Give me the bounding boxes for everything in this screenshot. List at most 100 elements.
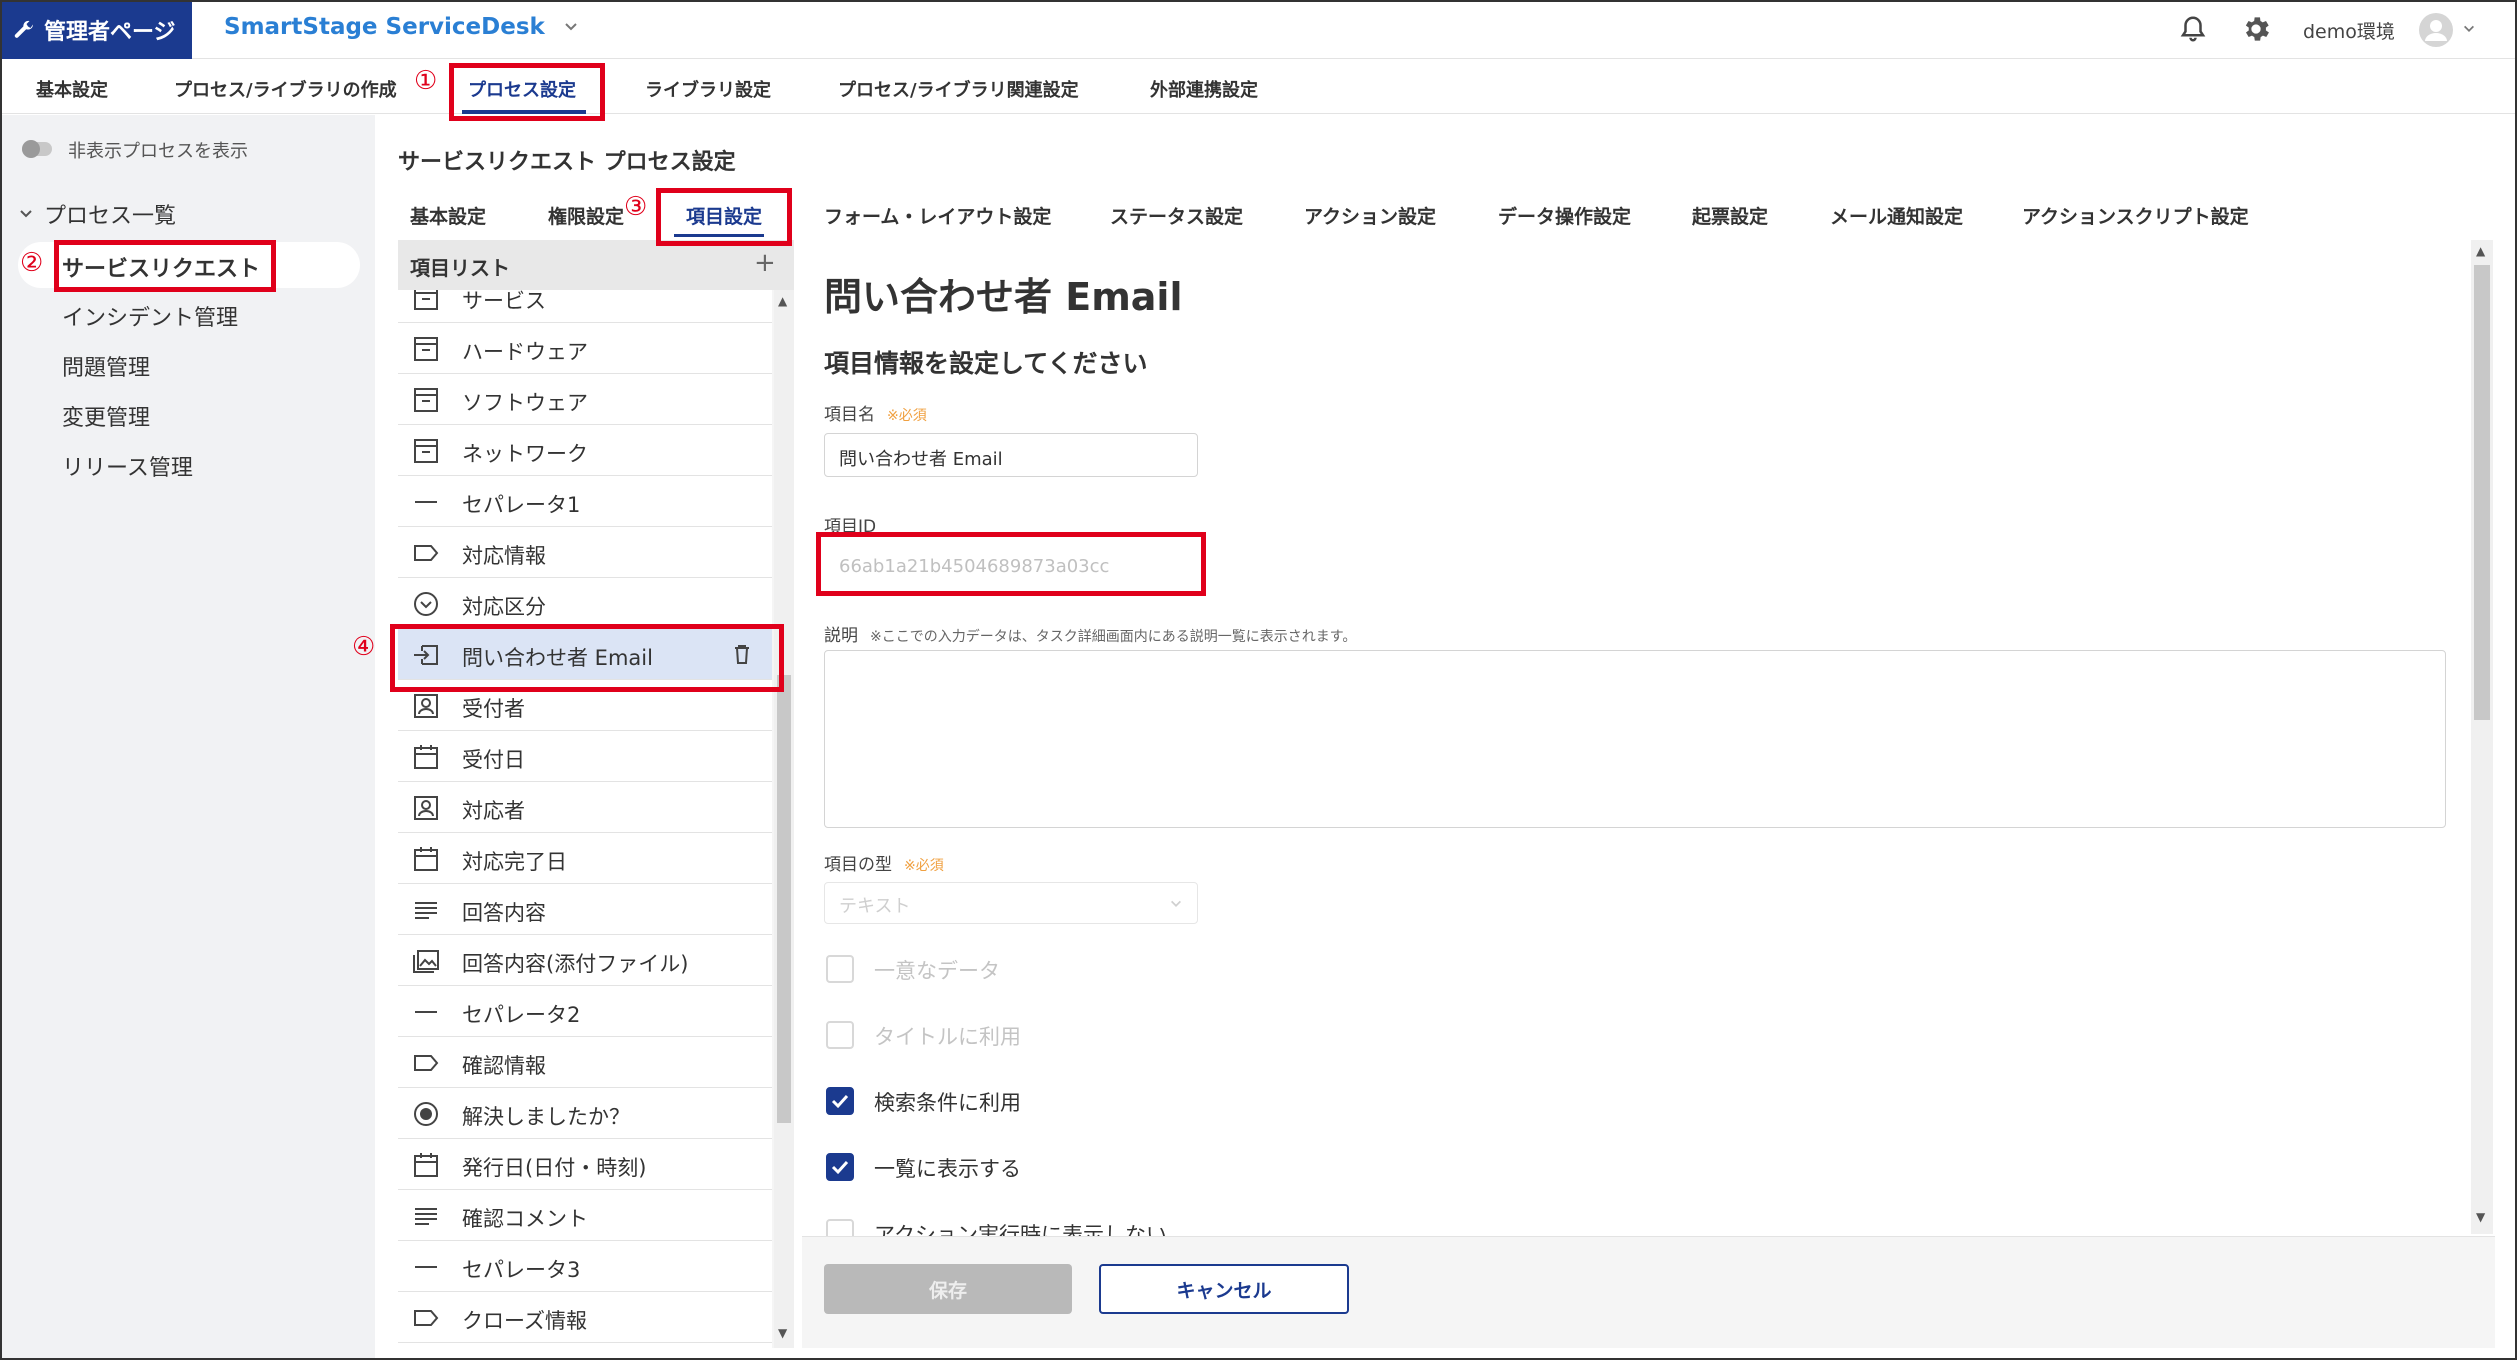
list-item[interactable]: 対応者 [398,782,772,833]
radio-icon [414,1102,438,1126]
list-item[interactable]: セパレータ3 [398,1241,772,1292]
process-list-header[interactable]: プロセス一覧 [18,198,176,230]
cancel-button[interactable]: キャンセル [1099,1264,1349,1314]
item-name-label: 項目名 ※必須 [824,400,927,425]
select-box-icon [414,290,438,310]
annotation-box-3 [656,188,792,246]
tab-basic[interactable]: 基本設定 [410,202,486,229]
page-title: サービスリクエスト プロセス設定 [398,150,736,175]
sidebar-item-incident[interactable]: インシデント管理 [62,300,238,332]
scroll-down-icon[interactable]: ▼ [778,1326,787,1340]
nav-basic-settings[interactable]: 基本設定 [36,76,108,102]
list-item[interactable]: セパレータ2 [398,986,772,1037]
chevron-down-icon [565,23,577,31]
sidebar-item-release[interactable]: リリース管理 [62,450,193,482]
use-as-title-checkbox [826,1021,854,1049]
admin-page-badge[interactable]: 管理者ページ [0,0,192,59]
annotation-box-1 [449,63,605,121]
description-note: ※ここでの入力データは、タスク詳細画面内にある説明一覧に表示されます。 [870,629,1357,645]
list-item-label: 確認コメント [462,1207,588,1231]
list-item[interactable]: 回答内容 [398,884,772,935]
add-item-button[interactable]: + [754,248,776,278]
item-name-input[interactable]: 問い合わせ者 Email [824,433,1198,477]
list-item-label: 対応区分 [462,595,546,619]
label-tag-icon [414,545,439,561]
label-tag-icon [414,1310,439,1326]
process-sidebar: 非表示プロセスを表示 プロセス一覧 サービスリクエスト インシデント管理 問題管… [0,115,375,1360]
list-item-label: 対応完了日 [462,850,567,874]
scrollbar-thumb[interactable] [2474,265,2490,720]
sidebar-item-change[interactable]: 変更管理 [62,400,150,432]
list-item-label: セパレータ2 [462,1003,581,1027]
save-button[interactable]: 保存 [824,1264,1072,1314]
item-type-label: 項目の型 ※必須 [824,850,944,875]
tab-action[interactable]: アクション設定 [1304,202,1436,229]
gear-icon[interactable] [2240,13,2272,45]
annotation-box-2 [54,240,276,292]
list-item[interactable]: 確認情報 [398,1037,772,1088]
show-hidden-label: 非表示プロセスを表示 [68,141,248,162]
calendar-icon [414,847,438,871]
sidebar-item-problem[interactable]: 問題管理 [62,350,150,382]
list-item[interactable]: サービス [398,290,772,323]
select-box-icon [414,388,438,412]
list-item-label: 回答内容(添付ファイル) [462,952,689,976]
label-tag-icon [414,1055,439,1071]
list-item[interactable]: ソフトウェア [398,374,772,425]
scroll-up-icon[interactable]: ▲ [778,294,787,308]
scroll-up-icon[interactable]: ▲ [2476,244,2485,258]
item-type-select: テキスト [824,882,1198,924]
annotation-box-item-id [816,532,1206,596]
scroll-down-icon[interactable]: ▼ [2476,1210,2485,1224]
nav-process-library-relation[interactable]: プロセス/ライブラリ関連設定 [838,76,1079,102]
process-list-title: プロセス一覧 [44,204,177,229]
list-item-label: ソフトウェア [462,391,588,415]
tab-action-script[interactable]: アクションスクリプト設定 [2022,202,2249,229]
tab-form-layout[interactable]: フォーム・レイアウト設定 [824,202,1051,229]
list-item[interactable]: 回答内容(添付ファイル) [398,935,772,986]
user-avatar-icon[interactable] [2418,12,2454,48]
required-mark: ※必須 [887,408,927,424]
item-name-label-text: 項目名 [824,405,875,425]
show-in-list-checkbox[interactable] [826,1153,854,1181]
tab-status[interactable]: ステータス設定 [1110,202,1243,229]
chevron-down-icon[interactable] [2462,22,2476,36]
list-item[interactable]: 受付日 [398,731,772,782]
list-item[interactable]: セパレータ1 [398,476,772,527]
admin-page-label: 管理者ページ [44,19,176,45]
scrollbar-thumb[interactable] [777,675,791,1123]
bell-icon[interactable] [2178,14,2208,44]
tab-ticket-creation[interactable]: 起票設定 [1692,202,1768,229]
description-label-text: 説明 [824,626,858,646]
list-item[interactable]: クローズ情報 [398,1292,772,1343]
environment-label[interactable]: demo環境 [2303,17,2395,44]
list-item[interactable]: 解決しましたか？ [398,1088,772,1139]
lines-icon [415,1208,437,1225]
item-list: サービス ハードウェア ソフトウェア ネットワーク セパレータ1 対応情報 対応… [398,290,772,1348]
nav-library-settings[interactable]: ライブラリ設定 [645,76,771,102]
nav-external-integration[interactable]: 外部連携設定 [1150,76,1258,102]
nav-process-library-create[interactable]: プロセス/ライブラリの作成 [174,76,397,102]
hide-on-action-checkbox[interactable] [826,1219,854,1236]
app-switcher[interactable]: SmartStage ServiceDesk [224,14,579,40]
description-textarea[interactable] [824,650,2446,828]
list-item[interactable]: ネットワーク [398,425,772,476]
list-item[interactable]: 対応情報 [398,527,772,578]
form-scrollbar[interactable]: ▲ ▼ [2471,240,2493,1234]
list-item[interactable]: 対応区分 [398,578,772,629]
tab-data-operation[interactable]: データ操作設定 [1498,202,1631,229]
list-item[interactable]: ハードウェア [398,323,772,374]
list-item[interactable]: 対応完了日 [398,833,772,884]
list-item[interactable]: 発行日(日付・時刻) [398,1139,772,1190]
separator-icon [415,1011,437,1013]
item-type-value: テキスト [839,896,911,917]
unique-data-label: 一意なデータ [874,959,1000,983]
list-item[interactable]: 確認コメント [398,1190,772,1241]
tab-permission[interactable]: 権限設定 [548,202,624,229]
item-list-scrollbar[interactable]: ▲ ▼ [774,290,794,1348]
tab-mail-notification[interactable]: メール通知設定 [1830,202,1963,229]
item-list-title: 項目リスト [410,256,510,280]
show-hidden-toggle[interactable] [22,140,52,158]
use-in-search-checkbox[interactable] [826,1087,854,1115]
annotation-number-3: ③ [624,192,648,222]
